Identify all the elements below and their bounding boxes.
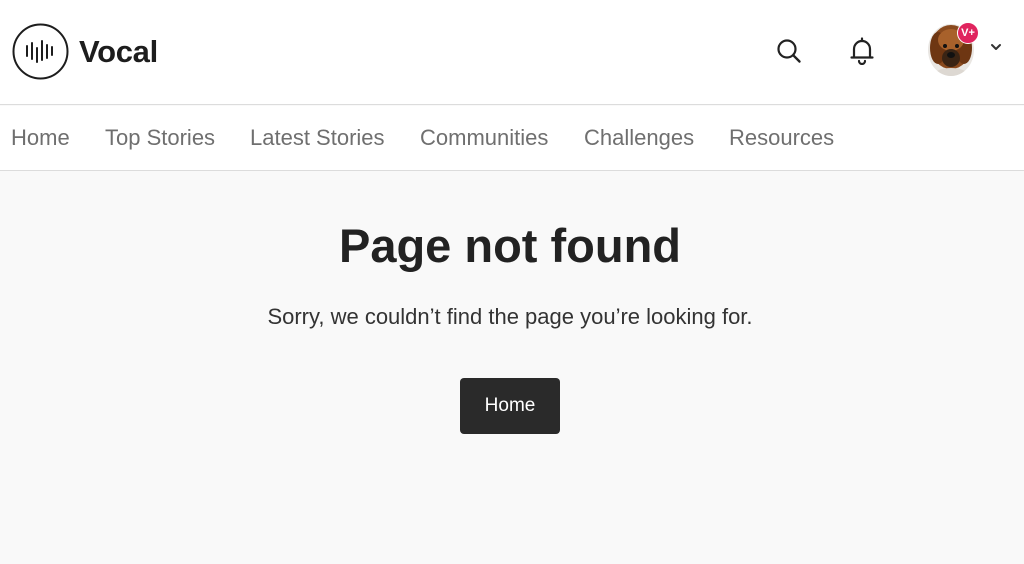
nav-item-home[interactable]: Home bbox=[11, 125, 70, 150]
bell-icon bbox=[850, 37, 874, 65]
primary-nav: Home Top Stories Latest Stories Communit… bbox=[0, 106, 1024, 171]
profile-menu[interactable]: V+ bbox=[926, 20, 1016, 80]
page-title: Page not found bbox=[338, 219, 681, 272]
nav-item-challenges[interactable]: Challenges bbox=[584, 125, 694, 150]
nav-item-communities[interactable]: Communities bbox=[420, 125, 548, 150]
error-message: Sorry, we couldn’t find the page you’re … bbox=[267, 304, 753, 329]
logo-link[interactable]: Vocal bbox=[12, 23, 158, 80]
main-content: Page not found Sorry, we couldn’t find t… bbox=[0, 172, 1024, 564]
notifications-button[interactable] bbox=[848, 36, 876, 66]
search-button[interactable] bbox=[775, 36, 803, 66]
search-icon bbox=[777, 39, 801, 63]
nav-item-latest-stories[interactable]: Latest Stories bbox=[250, 125, 385, 150]
brand-name: Vocal bbox=[79, 33, 158, 69]
nav-item-top-stories[interactable]: Top Stories bbox=[105, 125, 215, 150]
home-button[interactable]: Home bbox=[460, 378, 560, 434]
vocal-plus-badge: V+ bbox=[957, 22, 979, 44]
vocal-logo-icon bbox=[12, 23, 69, 80]
site-header: Vocal V+ bbox=[0, 0, 1024, 105]
nav-item-resources[interactable]: Resources bbox=[729, 125, 834, 150]
chevron-down-icon bbox=[991, 44, 1001, 50]
